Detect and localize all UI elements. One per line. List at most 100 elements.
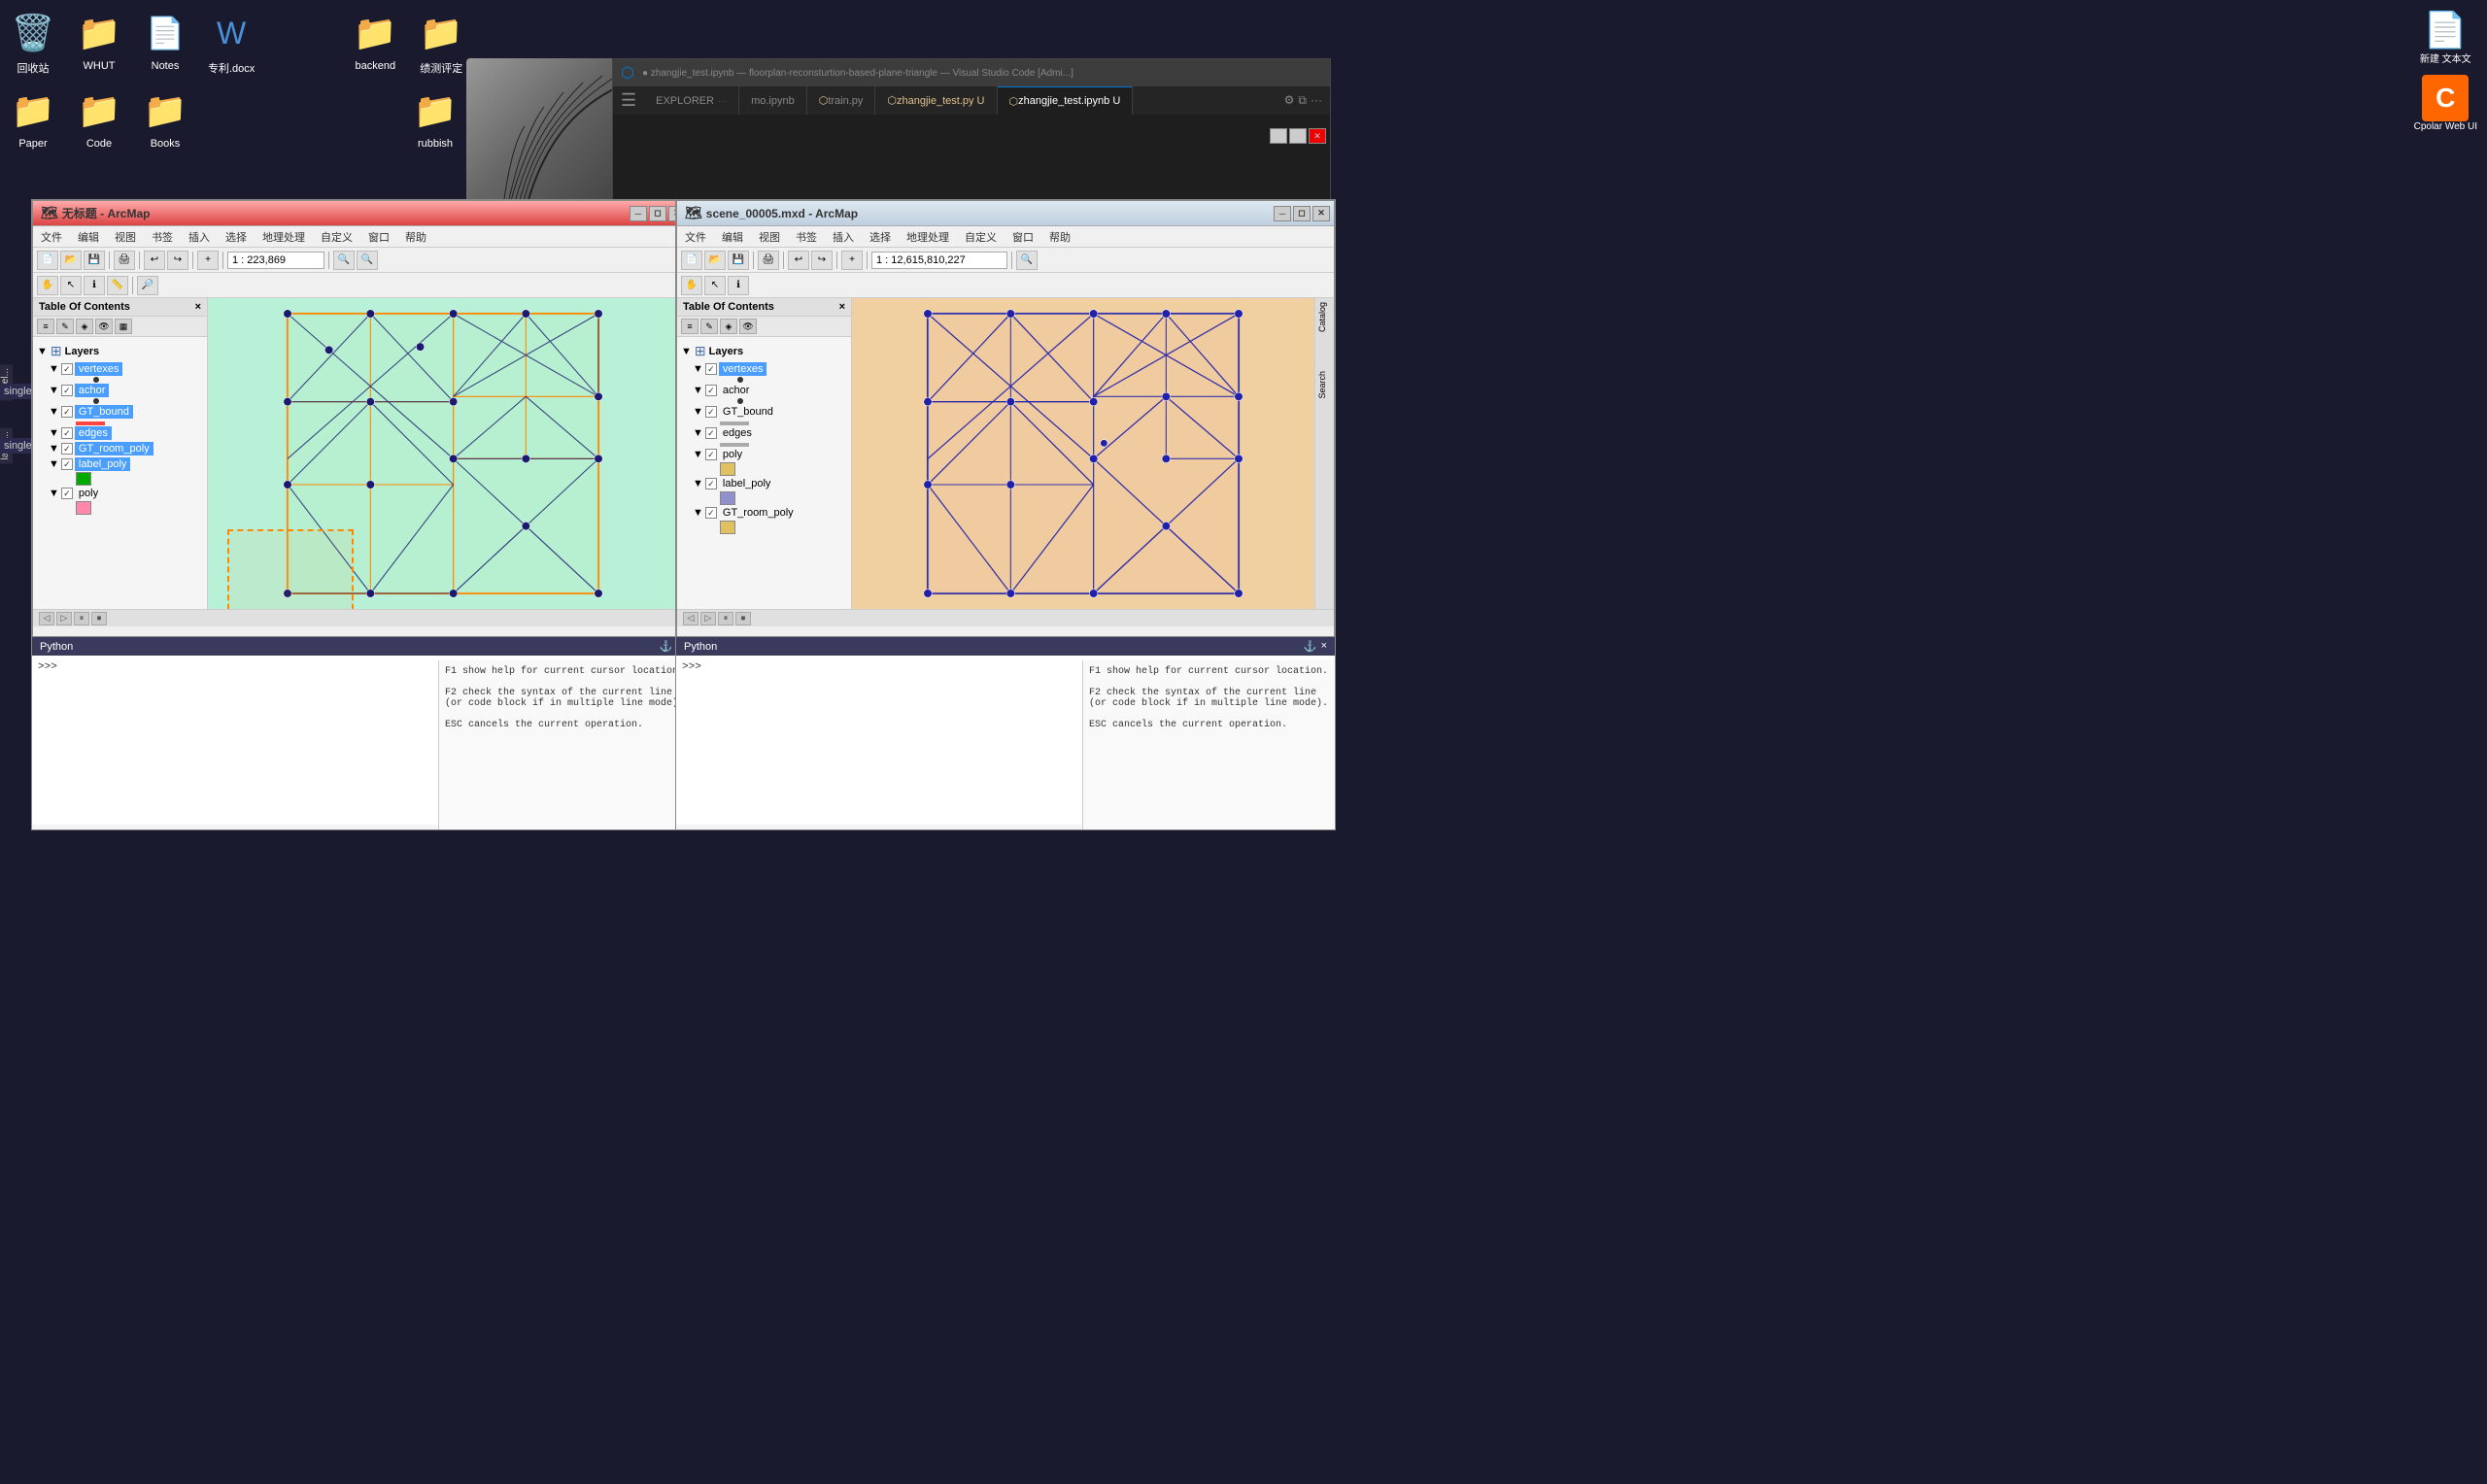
backend-folder-icon[interactable]: 📁 backend	[352, 10, 398, 76]
cpolar-icon[interactable]: C Cpolar Web UI	[2414, 75, 2477, 132]
toc-item-achor-1[interactable]: ▼ achor	[49, 383, 203, 398]
arcmap1-maximize-btn[interactable]: ◻	[649, 206, 666, 221]
menu-customize-2[interactable]: 自定义	[957, 226, 1005, 247]
tb-select-1[interactable]: ↖	[60, 276, 82, 295]
whut-folder-icon[interactable]: 📁 WHUT	[76, 10, 122, 76]
tb-identify-1[interactable]: ℹ	[84, 276, 105, 295]
toc-btn-list-2[interactable]: ≡	[681, 319, 698, 334]
checkbox-achor-2[interactable]	[705, 385, 717, 396]
status-btn3-2[interactable]: ⏸	[718, 612, 733, 625]
tb-pan-2[interactable]: ✋	[681, 276, 702, 295]
books-folder-icon[interactable]: 📁 Books	[142, 87, 188, 150]
new-text-file-icon[interactable]: 📄 新建 文本文	[2420, 10, 2471, 65]
python-close-2[interactable]: ×	[1321, 640, 1327, 653]
tb-print-1[interactable]: 🖨	[114, 251, 135, 270]
toc-item-poly-2[interactable]: ▼ poly	[693, 447, 847, 462]
toc-item-edges-2[interactable]: ▼ edges	[693, 425, 847, 441]
tb-new-1[interactable]: 📄	[37, 251, 58, 270]
tb-undo-1[interactable]: ↩	[144, 251, 165, 270]
status-btn1-2[interactable]: ◁	[683, 612, 698, 625]
arcmap2-close-btn[interactable]: ✕	[1312, 206, 1330, 221]
arcmap2-maximize-btn[interactable]: ◻	[1293, 206, 1311, 221]
toc-item-edges-1[interactable]: ▼ edges	[49, 425, 203, 441]
checkbox-gt-room-poly-1[interactable]	[61, 443, 73, 455]
menu-windows-1[interactable]: 窗口	[360, 226, 397, 247]
toc-btn-sel-1[interactable]: ▦	[115, 319, 132, 334]
toc-item-label-poly-2[interactable]: ▼ label_poly	[693, 476, 847, 491]
python-dock-2[interactable]: ⚓	[1304, 640, 1317, 653]
checkbox-label-poly-2[interactable]	[705, 478, 717, 489]
vscode-close-btn[interactable]: ✕	[1309, 128, 1326, 144]
toc-item-achor-2[interactable]: ▼ achor	[693, 383, 847, 398]
search-tab-2[interactable]: Search	[1315, 367, 1334, 403]
menu-windows-2[interactable]: 窗口	[1005, 226, 1041, 247]
vscode-restore-btn[interactable]: ◻	[1289, 128, 1307, 144]
vscode-sidebar-icon[interactable]: ☰	[613, 90, 644, 111]
menu-insert-2[interactable]: 插入	[825, 226, 862, 247]
toc-item-vertexes-2[interactable]: ▼ vertexes	[693, 361, 847, 377]
code-folder-icon[interactable]: 📁 Code	[76, 87, 122, 150]
scale-input-1[interactable]	[227, 252, 324, 269]
menu-edit-2[interactable]: 编辑	[714, 226, 751, 247]
python-dock-1[interactable]: ⚓	[660, 640, 673, 653]
tb-save-1[interactable]: 💾	[84, 251, 105, 270]
tb-zoom-in-1[interactable]: 🔍	[333, 251, 355, 270]
arcmap2-minimize-btn[interactable]: ─	[1274, 206, 1291, 221]
status-btn4-2[interactable]: ⏹	[735, 612, 751, 625]
menu-file-2[interactable]: 文件	[677, 226, 714, 247]
toc-item-label-poly-1[interactable]: ▼ label_poly	[49, 456, 203, 472]
checkbox-label-poly-1[interactable]	[61, 458, 73, 470]
toc-btn-draw-2[interactable]: ✎	[700, 319, 718, 334]
tb-redo-2[interactable]: ↪	[811, 251, 833, 270]
menu-view-2[interactable]: 视图	[751, 226, 788, 247]
toc-close-1[interactable]: ×	[195, 301, 201, 313]
menu-file-1[interactable]: 文件	[33, 226, 70, 247]
status-btn2-1[interactable]: ▷	[56, 612, 72, 625]
status-btn2-2[interactable]: ▷	[700, 612, 716, 625]
toc-item-gt-room-poly-2[interactable]: ▼ GT_room_poly	[693, 505, 847, 521]
arcmap1-mapcanvas[interactable]	[208, 298, 678, 609]
tb-save-2[interactable]: 💾	[728, 251, 749, 270]
menu-selection-1[interactable]: 选择	[218, 226, 255, 247]
tb-zoom-in-2[interactable]: 🔍	[1016, 251, 1038, 270]
tb-select-2[interactable]: ↖	[704, 276, 726, 295]
tb-print-2[interactable]: 🖨	[758, 251, 779, 270]
tb-add-data-1[interactable]: +	[197, 251, 219, 270]
menu-geoprocessing-1[interactable]: 地理处理	[255, 226, 313, 247]
checkbox-achor-1[interactable]	[61, 385, 73, 396]
checkbox-gt-bound-2[interactable]	[705, 406, 717, 418]
recycle-bin-icon[interactable]: 🗑️ 回收站	[10, 10, 56, 76]
status-btn1-1[interactable]: ◁	[39, 612, 54, 625]
catalog-tab-2[interactable]: Catalog	[1315, 298, 1334, 336]
toc-btn-list-1[interactable]: ≡	[37, 319, 54, 334]
rubbish-folder-icon[interactable]: 📁 rubbish	[412, 87, 459, 150]
menu-customize-1[interactable]: 自定义	[313, 226, 360, 247]
vscode-tab-mo[interactable]: mo.ipynb	[739, 86, 807, 115]
vscode-more-icon[interactable]: ···	[1311, 93, 1322, 108]
scale-input-2[interactable]	[871, 252, 1007, 269]
toc-btn-vis-1[interactable]: 👁	[95, 319, 113, 334]
notes-icon[interactable]: 📄 Notes	[142, 10, 188, 76]
checkbox-poly-1[interactable]	[61, 488, 73, 499]
tb-open-1[interactable]: 📂	[60, 251, 82, 270]
vscode-tab-zhangjie-ipynb[interactable]: ⬡ zhangjie_test.ipynb U	[998, 86, 1134, 115]
vscode-tab-zhangjie-py[interactable]: ⬡ zhangjie_test.py U	[875, 86, 997, 115]
tb-zoom-out-1[interactable]: 🔍	[357, 251, 378, 270]
menu-geoprocessing-2[interactable]: 地理处理	[899, 226, 957, 247]
vscode-settings-icon[interactable]: ⚙	[1284, 93, 1295, 108]
toc-item-gt-room-poly-1[interactable]: ▼ GT_room_poly	[49, 441, 203, 456]
toc-btn-source-2[interactable]: ◈	[720, 319, 737, 334]
toc-btn-vis-2[interactable]: 👁	[739, 319, 757, 334]
toc-item-gt-bound-1[interactable]: ▼ GT_bound	[49, 404, 203, 420]
vscode-tab-explorer[interactable]: EXPLORER ···	[644, 86, 739, 115]
checkbox-vertexes-2[interactable]	[705, 363, 717, 375]
arcmap1-minimize-btn[interactable]: ─	[630, 206, 647, 221]
vscode-tab-train[interactable]: ⬡ train.py	[807, 86, 876, 115]
menu-edit-1[interactable]: 编辑	[70, 226, 107, 247]
toc-btn-source-1[interactable]: ◈	[76, 319, 93, 334]
tb-search-1[interactable]: 🔎	[137, 276, 158, 295]
checkbox-edges-1[interactable]	[61, 427, 73, 439]
toc-close-2[interactable]: ×	[839, 301, 845, 313]
vscode-split-icon[interactable]: ⧉	[1298, 93, 1307, 108]
toc-item-poly-1[interactable]: ▼ poly	[49, 486, 203, 501]
